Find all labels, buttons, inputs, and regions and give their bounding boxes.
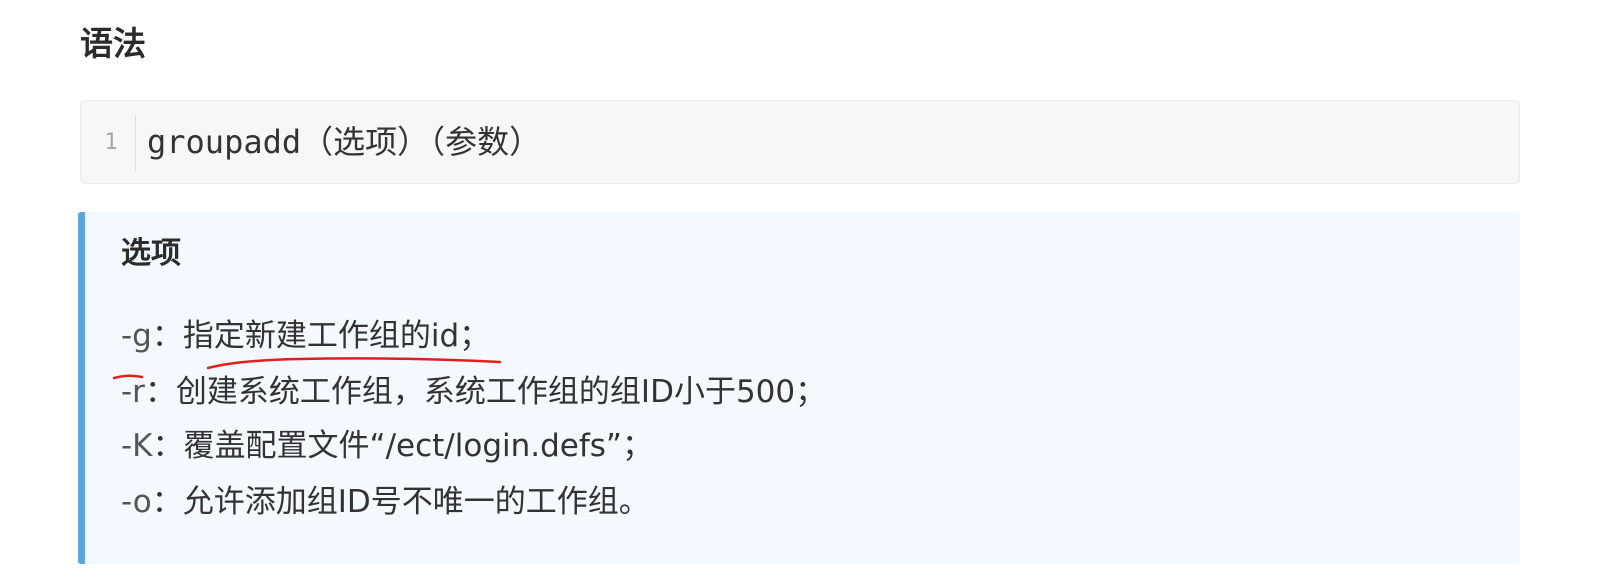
code-line: groupadd（选项）（参数） xyxy=(147,123,542,161)
option-flag: -g xyxy=(121,318,152,354)
option-g: -g：指定新建工作组的id； xyxy=(121,316,490,356)
line-number: 1 xyxy=(104,130,118,155)
gutter-divider xyxy=(135,115,136,171)
options-title: 选项 xyxy=(121,236,181,271)
option-flag: -r xyxy=(121,374,145,410)
option-r: -r：创建系统工作组，系统工作组的组ID小于500； xyxy=(121,372,826,412)
options-callout: 选项 -g：指定新建工作组的id； -r：创建系统工作组，系统工作组的组ID小于… xyxy=(78,212,1520,564)
option-flag: -K xyxy=(121,428,153,464)
option-description: ：指定新建工作组的id； xyxy=(151,318,491,354)
option-k: -K：覆盖配置文件“/ect/login.defs”； xyxy=(121,426,653,466)
option-description: ：覆盖配置文件“/ect/login.defs”； xyxy=(152,428,653,464)
code-block: 1 groupadd（选项）（参数） xyxy=(80,100,1520,184)
syntax-heading: 语法 xyxy=(80,24,146,63)
option-description: ：创建系统工作组，系统工作组的组ID小于500； xyxy=(144,374,827,410)
option-description: ：允许添加组ID号不唯一的工作组。 xyxy=(151,484,650,520)
option-o: -o：允许添加组ID号不唯一的工作组。 xyxy=(121,482,650,522)
option-flag: -o xyxy=(121,484,152,520)
